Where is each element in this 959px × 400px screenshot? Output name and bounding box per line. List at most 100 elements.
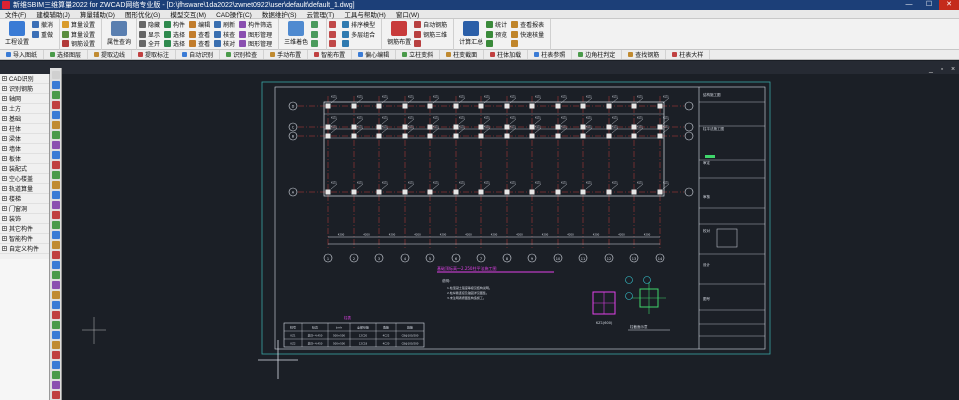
ribbon-big-button-4-0[interactable]: 三维着色	[281, 20, 311, 49]
ribbon-small-button-0-0-0[interactable]: 撤消	[32, 20, 55, 30]
tree-item-8[interactable]: + 板体	[0, 154, 49, 164]
command-3[interactable]: 提取标注	[132, 50, 177, 59]
vertical-tool-icon-26[interactable]	[52, 331, 60, 339]
vertical-tool-icon-12[interactable]	[52, 191, 60, 199]
command-13[interactable]: 边角柱判定	[572, 50, 623, 59]
drawing-restore-icon[interactable]: ▫	[938, 66, 946, 73]
minimize-button[interactable]: —	[899, 0, 919, 10]
vertical-tool-icon-22[interactable]	[52, 291, 60, 299]
tree-item-9[interactable]: + 装配式	[0, 164, 49, 174]
expand-icon[interactable]: +	[2, 96, 7, 102]
ribbon-small-button-5-0-2[interactable]	[329, 39, 340, 49]
command-2[interactable]: 提取边线	[88, 50, 133, 59]
ribbon-small-button-5-0-0[interactable]	[329, 20, 340, 30]
vertical-tool-icon-9[interactable]	[52, 161, 60, 169]
tree-item-1[interactable]: + 识别钢筋	[0, 84, 49, 94]
ribbon-small-button-1-0-1[interactable]: 算量设置	[62, 30, 97, 40]
ribbon-small-button-5-1-0[interactable]: 排序模型	[342, 20, 377, 30]
expand-icon[interactable]: +	[2, 76, 7, 82]
command-14[interactable]: 查找钢筋	[622, 50, 667, 59]
vertical-tool-icon-4[interactable]	[52, 111, 60, 119]
expand-icon[interactable]: +	[2, 196, 7, 202]
vertical-tool-icon-8[interactable]	[52, 151, 60, 159]
vertical-tool-icon-23[interactable]	[52, 301, 60, 309]
ribbon-small-button-5-1-1[interactable]: 多层组合	[342, 30, 377, 40]
ribbon-small-button-7-0-1[interactable]: 预览	[486, 30, 509, 40]
ribbon-small-button-7-1-0[interactable]: 查看报表	[511, 20, 546, 30]
vertical-tool-icon-15[interactable]	[52, 221, 60, 229]
ribbon-small-button-3-1-0[interactable]: 构件	[164, 20, 187, 30]
ribbon-small-button-7-1-1[interactable]: 快速核量	[511, 30, 546, 40]
tree-item-17[interactable]: + 自定义构件	[0, 244, 49, 254]
cad-canvas[interactable]: 结构施工图 柱平法施工图 审定 审核 校对 设计 图号 1 2 3 4 5 6 7 8 9 10 11 12 13 14…	[62, 74, 959, 400]
menu-item-7[interactable]: 云管理(T)	[302, 9, 340, 19]
command-11[interactable]: 柱体加载	[484, 50, 529, 59]
close-button[interactable]: ✕	[939, 0, 959, 10]
ribbon-small-button-7-0-2[interactable]	[486, 39, 509, 49]
vertical-tool-icon-27[interactable]	[52, 341, 60, 349]
ribbon-small-button-0-0-1[interactable]: 重做	[32, 30, 55, 40]
command-15[interactable]: 柱表大样	[666, 50, 711, 59]
vertical-tool-icon-11[interactable]	[52, 181, 60, 189]
vertical-tool-icon-14[interactable]	[52, 211, 60, 219]
tree-item-13[interactable]: + 门窗洞	[0, 204, 49, 214]
tree-item-4[interactable]: + 基础	[0, 114, 49, 124]
expand-icon[interactable]: +	[2, 126, 7, 132]
vertical-tool-icon-13[interactable]	[52, 201, 60, 209]
tree-item-2[interactable]: + 轴网	[0, 94, 49, 104]
expand-icon[interactable]: +	[2, 146, 7, 152]
tree-item-6[interactable]: + 梁体	[0, 134, 49, 144]
tree-item-5[interactable]: + 柱体	[0, 124, 49, 134]
ribbon-small-button-3-2-0[interactable]: 编辑	[189, 20, 212, 30]
vertical-tool-icon-3[interactable]	[52, 101, 60, 109]
ribbon-small-button-4-0-1[interactable]	[311, 30, 322, 40]
tree-item-3[interactable]: + 土方	[0, 104, 49, 114]
ribbon-small-button-3-1-1[interactable]: 选择	[164, 30, 187, 40]
vertical-tool-icon-29[interactable]	[52, 361, 60, 369]
tree-item-7[interactable]: + 墙体	[0, 144, 49, 154]
menu-item-3[interactable]: 图形优化(G)	[120, 9, 165, 19]
ribbon-big-button-7-0[interactable]: 计算汇总	[456, 20, 486, 49]
maximize-button[interactable]: ☐	[919, 0, 939, 10]
ribbon-small-button-3-0-1[interactable]: 显示	[139, 30, 162, 40]
ribbon-small-button-6-0-0[interactable]: 自动钢筋	[414, 20, 449, 30]
menu-item-2[interactable]: 算量辅助(D)	[75, 9, 120, 19]
menu-item-9[interactable]: 窗口(W)	[391, 9, 424, 19]
drawing-minimize-icon[interactable]: _	[927, 66, 935, 73]
expand-icon[interactable]: +	[2, 116, 7, 122]
vertical-tool-icon-2[interactable]	[52, 91, 60, 99]
vertical-tool-icon-1[interactable]	[52, 81, 60, 89]
expand-icon[interactable]: +	[2, 136, 7, 142]
command-4[interactable]: 自动识别	[176, 50, 221, 59]
ribbon-small-button-3-4-1[interactable]: 图形管理	[239, 30, 274, 40]
ribbon-big-button-6-0[interactable]: 钢筋布置	[384, 20, 414, 49]
command-10[interactable]: 柱变截面	[440, 50, 485, 59]
vertical-tool-icon-32[interactable]	[52, 391, 60, 399]
ribbon-small-button-3-0-0[interactable]: 隐藏	[139, 20, 162, 30]
ribbon-small-button-3-4-0[interactable]: 构件筛选	[239, 20, 274, 30]
tree-item-12[interactable]: + 楼梯	[0, 194, 49, 204]
command-7[interactable]: 智能布置	[308, 50, 353, 59]
command-5[interactable]: 识别检查	[220, 50, 265, 59]
ribbon-small-button-6-0-1[interactable]: 钢筋三维	[414, 30, 449, 40]
vertical-tool-icon-25[interactable]	[52, 321, 60, 329]
menu-item-1[interactable]: 建模辅助(J)	[31, 9, 75, 19]
ribbon-small-button-3-4-2[interactable]: 图形管理	[239, 39, 274, 49]
command-8[interactable]: 偏心编辑	[352, 50, 397, 59]
ribbon-small-button-5-1-2[interactable]	[342, 39, 377, 49]
vertical-tool-icon-24[interactable]	[52, 311, 60, 319]
ribbon-small-button-1-0-2[interactable]: 钢筋设置	[62, 39, 97, 49]
ribbon-small-button-3-2-1[interactable]: 查看	[189, 30, 212, 40]
expand-icon[interactable]: +	[2, 176, 7, 182]
tree-item-11[interactable]: + 轨道算量	[0, 184, 49, 194]
command-9[interactable]: 立柱变斜	[396, 50, 441, 59]
menu-item-8[interactable]: 工具与帮助(H)	[339, 9, 391, 19]
tree-item-14[interactable]: + 装饰	[0, 214, 49, 224]
expand-icon[interactable]: +	[2, 86, 7, 92]
expand-icon[interactable]: +	[2, 166, 7, 172]
ribbon-small-button-3-1-2[interactable]: 选择	[164, 39, 187, 49]
command-0[interactable]: 导入图纸	[0, 50, 45, 59]
ribbon-small-button-7-0-0[interactable]: 统计	[486, 20, 509, 30]
ribbon-small-button-1-0-0[interactable]: 算量设置	[62, 20, 97, 30]
vertical-tool-icon-30[interactable]	[52, 371, 60, 379]
